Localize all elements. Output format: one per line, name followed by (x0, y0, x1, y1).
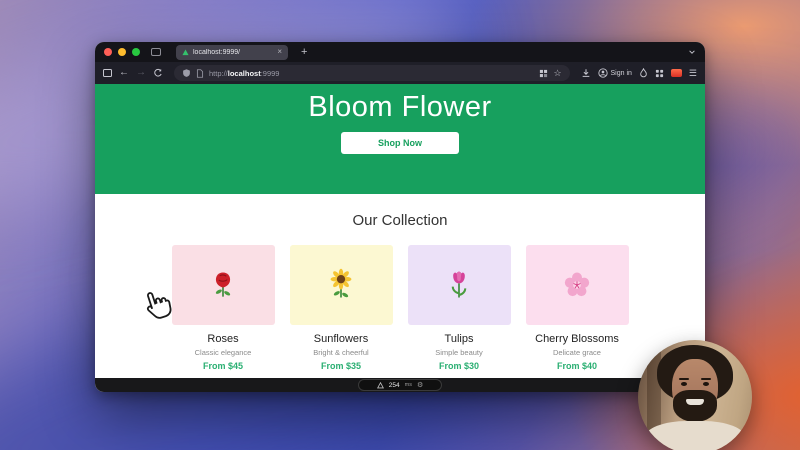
product-card-cherry-blossoms[interactable]: Cherry Blossoms Delicate grace From $40 (526, 245, 629, 371)
gear-icon[interactable]: ⚙ (417, 382, 423, 389)
window-controls (104, 48, 140, 56)
recording-extension-icon[interactable] (671, 69, 682, 77)
card-name: Roses (172, 333, 275, 345)
url-bar[interactable]: http://localhost:9999 ☆ (174, 65, 570, 81)
minimize-window-button[interactable] (118, 48, 126, 56)
bookmark-star-icon[interactable]: ☆ (553, 69, 561, 78)
firefox-view-icon[interactable] (151, 48, 161, 56)
page-info-icon[interactable] (196, 69, 204, 78)
card-image (290, 245, 393, 325)
account-icon (598, 68, 608, 78)
card-tagline: Simple beauty (408, 348, 511, 357)
apps-grid-icon[interactable] (655, 69, 664, 78)
reload-icon[interactable] (153, 68, 163, 78)
sidebar-icon[interactable] (103, 69, 112, 77)
collection-heading: Our Collection (95, 212, 705, 229)
hero-section: Bloom Flower Shop Now (95, 84, 705, 194)
rose-icon (208, 268, 238, 302)
chevron-down-icon[interactable] (688, 48, 696, 56)
page-content: Bloom Flower Shop Now Our Collection (95, 84, 705, 392)
webcam-person-smile (686, 399, 704, 405)
card-name: Tulips (408, 333, 511, 345)
shop-now-button[interactable]: Shop Now (341, 132, 459, 154)
product-card-roses[interactable]: Roses Classic elegance From $45 (172, 245, 275, 371)
url-host: localhost (228, 69, 261, 78)
navigation-toolbar: ← → http://localhost:9999 ☆ (95, 62, 705, 84)
webcam-person-shirt (645, 421, 745, 450)
grid-icon[interactable] (539, 69, 548, 78)
card-price: From $40 (526, 361, 629, 371)
sign-in-label: Sign in (611, 70, 632, 77)
url-port: :9999 (261, 69, 280, 78)
browser-window: localhost:9999/ × + ← → (95, 42, 705, 392)
card-price: From $30 (408, 361, 511, 371)
card-name: Cherry Blossoms (526, 333, 629, 345)
tab-localhost[interactable]: localhost:9999/ × (176, 45, 288, 60)
collection-section: Our Collection Roses (95, 194, 705, 378)
card-tagline: Classic elegance (172, 348, 275, 357)
new-tab-button[interactable]: + (301, 47, 307, 58)
tab-title: localhost:9999/ (193, 49, 273, 56)
product-cards: Roses Classic elegance From $45 (95, 245, 705, 371)
forward-button[interactable]: → (136, 68, 146, 78)
card-tagline: Bright & cheerful (290, 348, 393, 357)
timer-unit: ms (405, 382, 412, 388)
recorder-logo-icon (377, 382, 384, 389)
shield-icon[interactable] (182, 68, 191, 78)
back-button[interactable]: ← (119, 68, 129, 78)
url-text: http://localhost:9999 (209, 69, 279, 78)
card-tagline: Delicate grace (526, 348, 629, 357)
card-image (408, 245, 511, 325)
card-name: Sunflowers (290, 333, 393, 345)
product-card-sunflowers[interactable]: Sunflowers Bright & cheerful From $35 (290, 245, 393, 371)
timer-value: 254 (389, 382, 400, 389)
webcam-overlay (638, 340, 752, 450)
menu-icon[interactable]: ☰ (689, 69, 697, 78)
tab-favicon (182, 49, 189, 56)
recording-toolbar[interactable]: 254 ms ⚙ (358, 379, 442, 391)
download-icon[interactable] (581, 68, 591, 78)
tab-close-icon[interactable]: × (277, 48, 282, 56)
card-price: From $35 (290, 361, 393, 371)
close-window-button[interactable] (104, 48, 112, 56)
flame-addon-icon[interactable] (639, 68, 648, 78)
tulip-icon (444, 268, 474, 302)
card-image (526, 245, 629, 325)
sign-in-button[interactable]: Sign in (598, 68, 632, 78)
webcam-person-beard (673, 390, 716, 422)
tab-bar: localhost:9999/ × + (95, 42, 705, 62)
cherry-blossom-icon (562, 270, 592, 300)
card-price: From $45 (172, 361, 275, 371)
product-card-tulips[interactable]: Tulips Simple beauty From $30 (408, 245, 511, 371)
sunflower-icon (326, 268, 356, 302)
zoom-window-button[interactable] (132, 48, 140, 56)
page-footer: 254 ms ⚙ (95, 378, 705, 392)
page-title: Bloom Flower (95, 91, 705, 124)
url-protocol: http:// (209, 69, 228, 78)
card-image (172, 245, 275, 325)
webcam-person-eye (703, 382, 709, 386)
desktop-wallpaper: localhost:9999/ × + ← → (0, 0, 800, 450)
